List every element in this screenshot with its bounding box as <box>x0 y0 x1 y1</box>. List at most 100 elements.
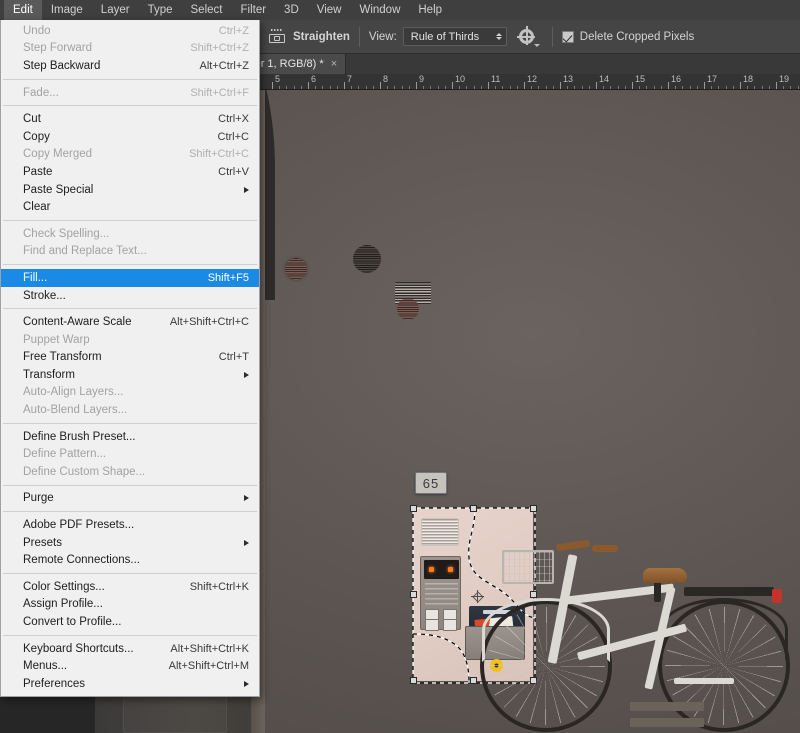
bicycle-saddle <box>643 568 687 583</box>
delete-cropped-pixels-checkbox[interactable] <box>561 30 574 43</box>
straighten-button-label[interactable]: Straighten <box>293 31 350 43</box>
menu-item-fill[interactable]: Fill... Shift+F5 <box>1 269 259 287</box>
bicycle-basket <box>502 550 554 584</box>
ruler-tick-minor <box>401 86 403 89</box>
ruler-tick-minor <box>279 86 281 89</box>
menu-item-auto-blend-layers: Auto-Blend Layers... <box>1 401 259 419</box>
menubar-item-help[interactable]: Help <box>409 0 451 20</box>
menubar-item-3d[interactable]: 3D <box>275 0 308 20</box>
submenu-arrow-icon <box>244 371 249 378</box>
menu-item-label: Content-Aware Scale <box>23 316 132 329</box>
close-icon[interactable]: × <box>331 58 337 70</box>
menu-item-remote-connections[interactable]: Remote Connections... <box>1 551 259 569</box>
menu-item-color-settings[interactable]: Color Settings... Shift+Ctrl+K <box>1 578 259 596</box>
menu-item-label: Transform <box>23 368 75 381</box>
menu-item-label: Copy <box>23 130 50 143</box>
menu-item-clear[interactable]: Clear <box>1 198 259 216</box>
menu-item-presets[interactable]: Presets <box>1 534 259 552</box>
menu-item-paste[interactable]: Paste Ctrl+V <box>1 163 259 181</box>
menu-item-check-spelling: Check Spelling... <box>1 225 259 243</box>
ruler-tick-minor <box>768 86 770 89</box>
ruler-tick-minor <box>689 86 691 89</box>
ruler-tick-minor <box>387 86 389 89</box>
ruler-tick-minor <box>351 86 353 89</box>
menu-item-shortcut: Alt+Ctrl+Z <box>199 59 249 72</box>
menu-item-label: Color Settings... <box>23 580 105 593</box>
ruler-tick-minor <box>322 86 324 89</box>
menu-item-label: Paste <box>23 165 53 178</box>
ruler-label: 8 <box>383 74 389 84</box>
ruler-tick-minor <box>329 86 331 89</box>
menu-item-keyboard-shortcuts[interactable]: Keyboard Shortcuts... Alt+Shift+Ctrl+K <box>1 640 259 658</box>
menu-item-preferences[interactable]: Preferences <box>1 675 259 693</box>
ruler-tick-minor <box>480 86 482 89</box>
ruler-tick-minor <box>459 86 461 89</box>
ruler-tick-minor <box>660 86 662 89</box>
menu-item-menus[interactable]: Menus... Alt+Shift+Ctrl+M <box>1 657 259 675</box>
gear-icon[interactable] <box>516 26 540 47</box>
menu-item-label: Puppet Warp <box>23 333 90 346</box>
menu-item-label: Define Custom Shape... <box>23 465 146 478</box>
menu-item-label: Paste Special <box>23 183 94 196</box>
menubar-item-view[interactable]: View <box>308 0 351 20</box>
menu-separator <box>3 511 257 513</box>
delete-cropped-pixels-label[interactable]: Delete Cropped Pixels <box>580 31 694 43</box>
menu-item-shortcut: Shift+Ctrl+F <box>190 86 249 99</box>
ruler-label: 7 <box>347 74 353 84</box>
ruler-label: 19 <box>779 74 790 84</box>
menu-item-shortcut: Ctrl+Z <box>218 24 249 37</box>
edit-menu-dropdown[interactable]: Undo Ctrl+Z Step Forward Shift+Ctrl+Z Step B… <box>0 20 260 697</box>
ruler-tick-minor <box>581 86 583 89</box>
menu-item-convert-to-profile[interactable]: Convert to Profile... <box>1 613 259 631</box>
menu-item-adobe-pdf-presets[interactable]: Adobe PDF Presets... <box>1 516 259 534</box>
menubar-item-window[interactable]: Window <box>350 0 409 20</box>
menu-item-free-transform[interactable]: Free Transform Ctrl+T <box>1 349 259 367</box>
menu-item-shortcut: Ctrl+C <box>217 130 249 143</box>
menu-item-define-brush-preset[interactable]: Define Brush Preset... <box>1 428 259 446</box>
ruler-tick-minor <box>682 86 684 89</box>
menu-item-transform[interactable]: Transform <box>1 366 259 384</box>
ruler-tick-minor <box>336 86 338 89</box>
bicycle-rear-rack <box>684 587 774 596</box>
menubar-item-image[interactable]: Image <box>42 0 92 20</box>
intercom-button <box>425 619 439 631</box>
crop-overlay-select[interactable]: Rule of Thirds <box>402 27 507 46</box>
menu-item-stroke[interactable]: Stroke... <box>1 287 259 305</box>
menubar-item-type[interactable]: Type <box>139 0 182 20</box>
ruler-tick-minor <box>437 86 439 89</box>
menu-separator <box>3 264 257 266</box>
ruler-tick-minor <box>761 86 763 89</box>
menu-item-paste-special[interactable]: Paste Special <box>1 181 259 199</box>
menu-item-cut[interactable]: Cut Ctrl+X <box>1 110 259 128</box>
ruler-tick-major <box>488 82 489 89</box>
ruler-tick-minor <box>365 86 367 89</box>
menubar-item-select[interactable]: Select <box>182 0 232 20</box>
menu-item-purge[interactable]: Purge <box>1 490 259 508</box>
ruler-tick-major <box>740 82 741 89</box>
ruler-tick-minor <box>675 86 677 89</box>
ruler-tick-minor <box>372 86 374 89</box>
menu-item-assign-profile[interactable]: Assign Profile... <box>1 596 259 614</box>
ruler-tick-major <box>632 82 633 89</box>
ruler-tick-minor <box>790 86 792 89</box>
ruler-tick-minor <box>639 86 641 89</box>
menubar-item-layer[interactable]: Layer <box>92 0 139 20</box>
ruler-tick-minor <box>538 86 540 89</box>
menu-item-label: Adobe PDF Presets... <box>23 519 135 532</box>
menu-item-shortcut: Shift+Ctrl+Z <box>190 42 249 55</box>
menu-item-label: Convert to Profile... <box>23 616 122 629</box>
menu-item-label: Keyboard Shortcuts... <box>23 642 134 655</box>
menubar-item-filter[interactable]: Filter <box>231 0 275 20</box>
ruler-tick-major <box>416 82 417 89</box>
menu-item-label: Preferences <box>23 677 86 690</box>
chevron-updown-icon <box>495 33 502 40</box>
menu-item-copy[interactable]: Copy Ctrl+C <box>1 128 259 146</box>
intercom-button <box>443 619 457 631</box>
photoshop-window: 65 5 6 7 8 9 10 11 12 13 14 15 16 17 18 … <box>0 0 800 733</box>
menu-item-step-backward[interactable]: Step Backward Alt+Ctrl+Z <box>1 57 259 75</box>
menu-item-content-aware-scale[interactable]: Content-Aware Scale Alt+Shift+Ctrl+C <box>1 313 259 331</box>
menu-item-define-custom-shape: Define Custom Shape... <box>1 463 259 481</box>
menu-item-define-pattern: Define Pattern... <box>1 445 259 463</box>
intercom-display <box>424 560 459 579</box>
menubar-item-edit[interactable]: Edit <box>4 0 42 20</box>
